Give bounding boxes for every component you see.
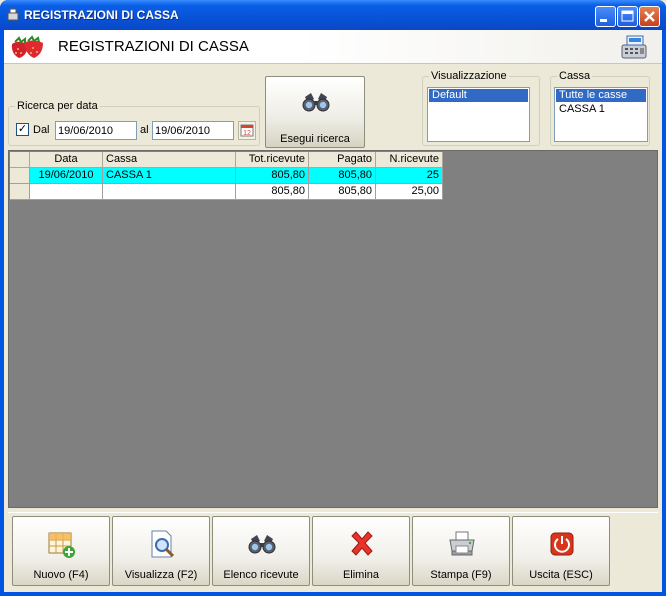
table-row[interactable]: 19/06/2010 CASSA 1 805,80 805,80 25: [10, 168, 444, 184]
cassa-listbox[interactable]: Tutte le casse CASSA 1: [554, 87, 648, 142]
calendar-button[interactable]: 12: [238, 121, 256, 140]
view-button-label: Visualizza (F2): [124, 569, 198, 581]
exit-button-label: Uscita (ESC): [529, 569, 593, 581]
from-date-label: Dal: [33, 124, 50, 136]
delete-button[interactable]: Elimina: [312, 516, 410, 586]
preview-icon: [151, 530, 175, 558]
cassa-option-all[interactable]: Tutte le casse: [556, 89, 646, 102]
receipts-list-button-label: Elenco ricevute: [223, 569, 299, 581]
exit-button[interactable]: Uscita (ESC): [512, 516, 610, 586]
column-header-tot-ricevute[interactable]: Tot.ricevute: [236, 152, 309, 168]
view-listbox[interactable]: Default: [427, 87, 530, 142]
close-icon: [644, 11, 655, 22]
binoculars-icon: [248, 535, 276, 554]
total-cassa: [103, 184, 236, 200]
svg-text:12: 12: [243, 130, 251, 137]
cell-pagato[interactable]: 805,80: [309, 168, 376, 184]
receipts-list-button[interactable]: Elenco ricevute: [212, 516, 310, 586]
from-date-input[interactable]: [55, 121, 137, 140]
app-icon: [7, 8, 19, 21]
minimize-icon: [600, 19, 607, 22]
power-icon: [550, 532, 574, 556]
total-pagato: 805,80: [309, 184, 376, 200]
date-filter-checkbox[interactable]: ✓: [16, 123, 29, 136]
row-indicator[interactable]: [10, 168, 30, 184]
search-button[interactable]: Esegui ricerca: [265, 76, 365, 148]
maximize-icon: [621, 10, 634, 22]
header-band: REGISTRAZIONI DI CASSA: [4, 30, 662, 64]
delete-button-label: Elimina: [342, 569, 380, 581]
grid-corner: [10, 152, 30, 168]
print-button[interactable]: Stampa (F9): [412, 516, 510, 586]
print-button-label: Stampa (F9): [430, 569, 492, 581]
new-button-label: Nuovo (F4): [33, 569, 89, 581]
totals-row: 805,80 805,80 25,00: [10, 184, 444, 200]
window-client: REGISTRAZIONI DI CASSA Ricerca per data …: [4, 30, 662, 592]
cell-data[interactable]: 19/06/2010: [30, 168, 103, 184]
delete-x-icon: [351, 531, 373, 556]
cell-tot-ricevute[interactable]: 805,80: [236, 168, 309, 184]
title-bar[interactable]: REGISTRAZIONI DI CASSA: [0, 0, 666, 30]
new-button[interactable]: Nuovo (F4): [12, 516, 110, 586]
binoculars-icon: [302, 93, 330, 112]
view-button[interactable]: Visualizza (F2): [112, 516, 210, 586]
printer-icon: [449, 531, 475, 556]
total-data: [30, 184, 103, 200]
strawberry-icon: [11, 35, 43, 58]
column-header-n-ricevute[interactable]: N.ricevute: [376, 152, 443, 168]
minimize-button[interactable]: [595, 6, 616, 27]
cassa-option-1[interactable]: CASSA 1: [556, 103, 646, 116]
to-date-label: al: [140, 124, 149, 136]
app-window: REGISTRAZIONI DI CASSA REGISTRAZIONI DI …: [0, 0, 666, 596]
cell-cassa[interactable]: CASSA 1: [103, 168, 236, 184]
results-grid-panel[interactable]: Data Cassa Tot.ricevute Pagato N.ricevut…: [8, 150, 658, 508]
column-header-data[interactable]: Data: [30, 152, 103, 168]
total-tot-ricevute: 805,80: [236, 184, 309, 200]
window-title: REGISTRAZIONI DI CASSA: [24, 8, 179, 22]
close-button[interactable]: [639, 6, 660, 27]
cell-n-ricevute[interactable]: 25: [376, 168, 443, 184]
view-legend: Visualizzazione: [431, 70, 507, 82]
cash-register-icon: [621, 35, 647, 59]
date-search-legend: Ricerca per data: [17, 100, 98, 112]
view-option[interactable]: Default: [429, 89, 528, 102]
to-date-input[interactable]: [152, 121, 234, 140]
cassa-legend: Cassa: [559, 70, 591, 82]
total-n-ricevute: 25,00: [376, 184, 443, 200]
column-header-cassa[interactable]: Cassa: [103, 152, 236, 168]
grid-header-row: Data Cassa Tot.ricevute Pagato N.ricevut…: [10, 152, 444, 168]
maximize-button[interactable]: [617, 6, 638, 27]
column-header-pagato[interactable]: Pagato: [309, 152, 376, 168]
page-title: REGISTRAZIONI DI CASSA: [58, 38, 249, 55]
bottom-toolbar: Nuovo (F4) Visualizza (F2) Elenco ricevu…: [8, 512, 658, 590]
calendar-icon: 12: [240, 124, 254, 137]
totals-indicator: [10, 184, 30, 200]
new-record-icon: [48, 532, 75, 558]
search-button-label: Esegui ricerca: [280, 133, 350, 145]
